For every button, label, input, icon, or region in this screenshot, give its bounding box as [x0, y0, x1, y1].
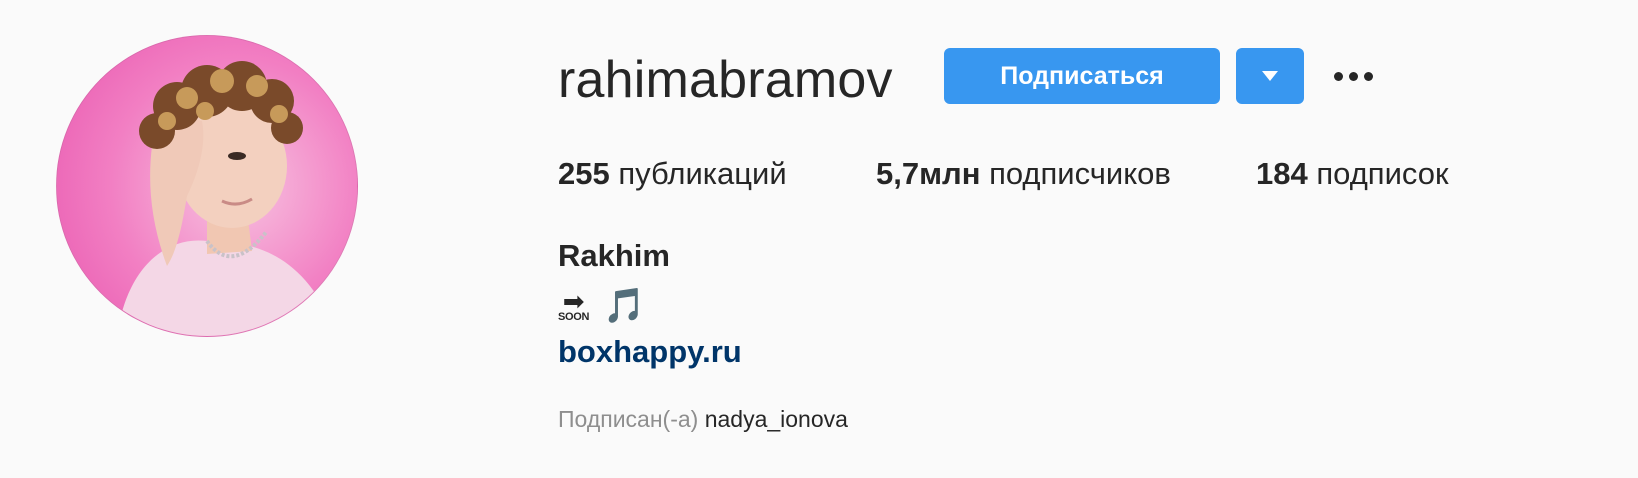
soon-arrow-icon: ➡ SOON: [558, 285, 590, 323]
suggestions-dropdown-button[interactable]: [1236, 48, 1304, 104]
following-count: 184: [1256, 156, 1308, 191]
more-options-icon: [1333, 71, 1343, 81]
following-label: подписок: [1316, 156, 1449, 191]
music-note-icon: 🎵: [603, 287, 646, 325]
followers-count: 5,7млн: [876, 156, 981, 191]
bio-link[interactable]: boxhappy.ru: [558, 332, 742, 372]
profile-full-name: Rakhim: [558, 238, 670, 273]
followed-by-label: Подписан(-а): [558, 406, 699, 432]
profile-avatar[interactable]: [56, 35, 358, 337]
more-options-button[interactable]: [1326, 56, 1380, 96]
stat-posts: 255 публикаций: [558, 154, 787, 194]
caret-down-icon: [1262, 71, 1278, 81]
stat-following[interactable]: 184 подписок: [1256, 154, 1449, 194]
profile-username: rahimabramov: [558, 51, 893, 109]
stat-followers[interactable]: 5,7млн подписчиков: [876, 154, 1171, 194]
posts-count: 255: [558, 156, 610, 191]
followed-by: Подписан(-а) nadya_ionova: [558, 404, 848, 434]
bio-emoji-line: ➡ SOON 🎵: [558, 286, 646, 326]
posts-label: публикаций: [618, 156, 787, 191]
followers-label: подписчиков: [989, 156, 1171, 191]
followed-by-user-link[interactable]: nadya_ionova: [705, 406, 848, 432]
avatar-image: [57, 36, 357, 336]
follow-button[interactable]: Подписаться: [944, 48, 1220, 104]
